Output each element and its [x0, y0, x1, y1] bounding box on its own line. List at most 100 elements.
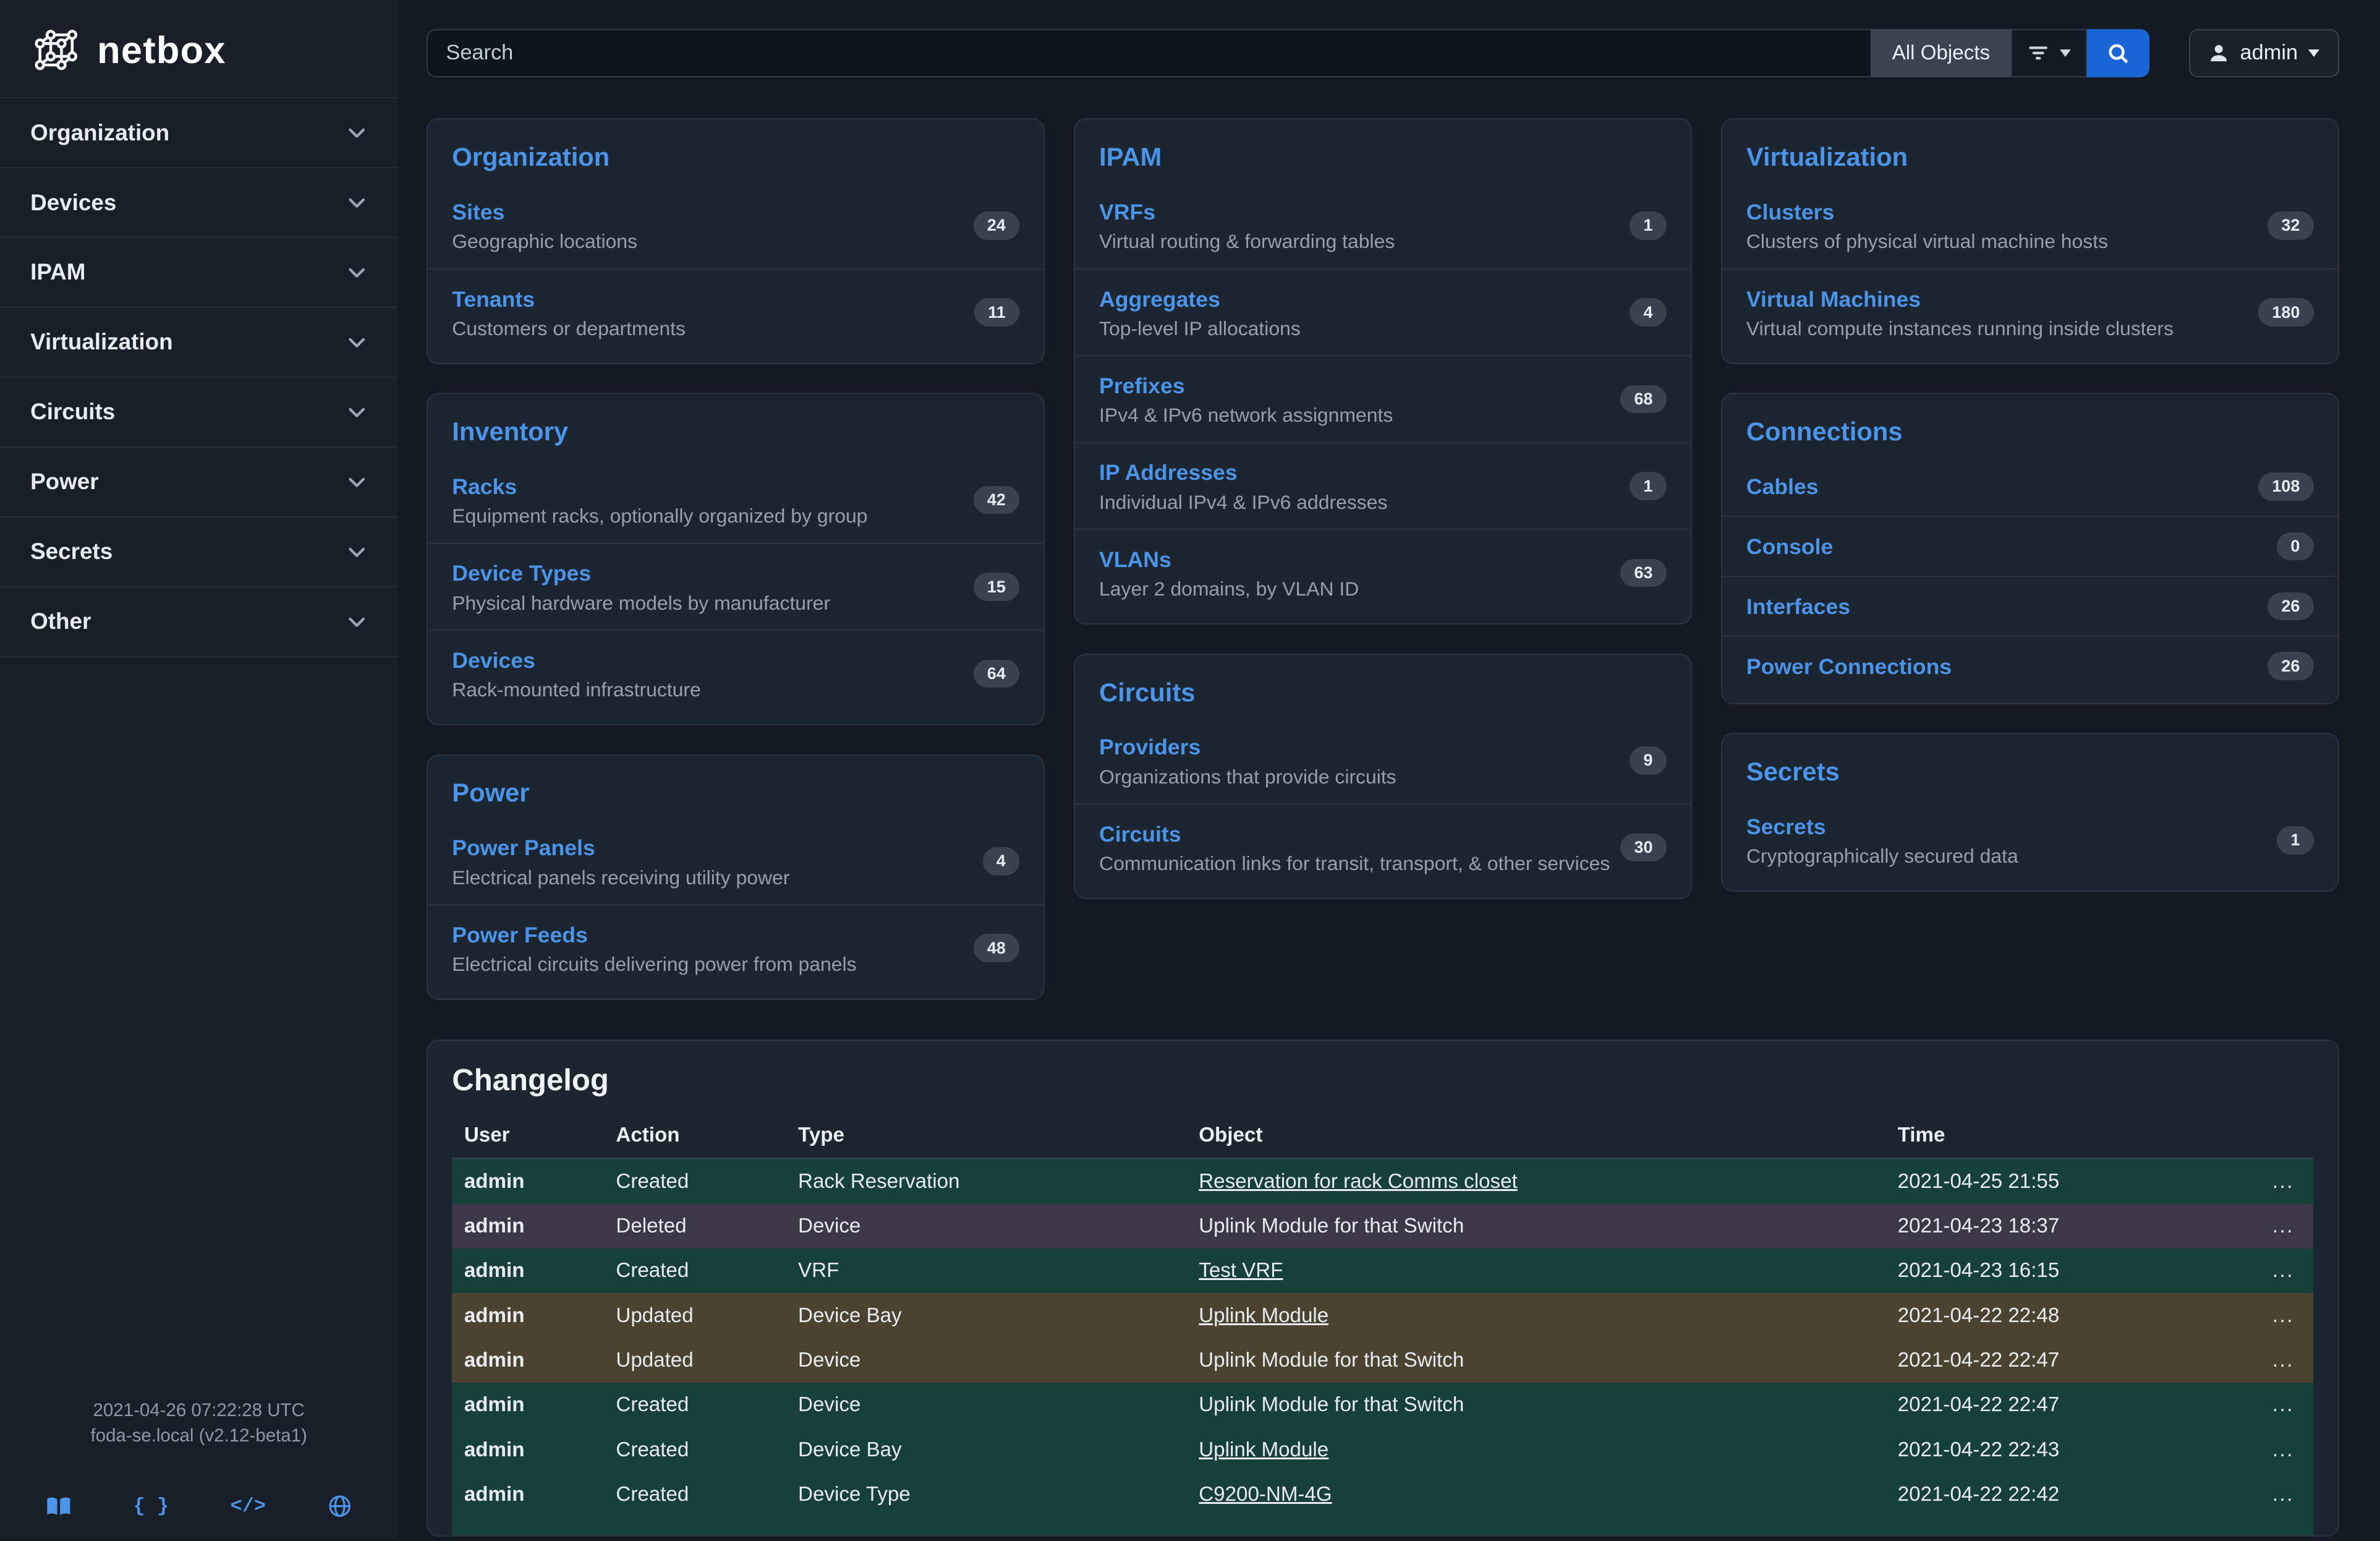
- dashboard-link-power-panels[interactable]: Power Panels: [452, 835, 595, 860]
- cell-object: Uplink Module for that Switch: [1187, 1383, 1885, 1427]
- dashboard-link-sites[interactable]: Sites: [452, 200, 504, 224]
- count-badge: 26: [2267, 652, 2313, 680]
- card-list: Providers Organizations that provide cir…: [1075, 718, 1691, 898]
- item-text: VLANs Layer 2 domains, by VLAN ID: [1099, 545, 1359, 600]
- dashboard-link-vrfs[interactable]: VRFs: [1099, 200, 1155, 224]
- cell-action: Deleted: [604, 1204, 786, 1249]
- dashboard-link-power-feeds[interactable]: Power Feeds: [452, 923, 588, 947]
- dashboard-link-aggregates[interactable]: Aggregates: [1099, 287, 1220, 312]
- count-badge: 26: [2267, 592, 2313, 621]
- cell-type: Rack Reservation: [786, 1158, 1186, 1203]
- filter-dropdown-button[interactable]: [2011, 29, 2087, 78]
- dashboard-link-racks[interactable]: Racks: [452, 474, 517, 499]
- dashboard-link-clusters[interactable]: Clusters: [1746, 200, 1834, 224]
- sidebar-item-virtualization[interactable]: Virtualization: [0, 308, 397, 378]
- changelog-object-link[interactable]: Test VRF: [1199, 1259, 1283, 1282]
- caret-down-icon: [2060, 49, 2071, 57]
- count-badge: 1: [2277, 826, 2313, 855]
- row-more: ...: [2253, 1472, 2313, 1517]
- sidebar-item-label: Power: [30, 469, 99, 495]
- sidebar-item-power[interactable]: Power: [0, 448, 397, 518]
- code-icon[interactable]: </>: [231, 1495, 266, 1518]
- cell-time: 2021-04-22 22:47: [1885, 1383, 2253, 1427]
- cell-user: admin: [452, 1293, 604, 1338]
- count-badge: 48: [974, 934, 1019, 962]
- table-row: admin Created Device Bay Uplink Module 2…: [452, 1428, 2313, 1472]
- item-subtitle: Virtual compute instances running inside…: [1746, 317, 2174, 340]
- dashboard-link-devices[interactable]: Devices: [452, 648, 535, 673]
- dashboard-link-device-types[interactable]: Device Types: [452, 561, 591, 586]
- dashboard-link-console[interactable]: Console: [1746, 534, 1833, 559]
- sidebar-item-label: Other: [30, 608, 91, 634]
- globe-icon[interactable]: [328, 1494, 352, 1518]
- card-list: Secrets Cryptographically secured data 1: [1722, 798, 2338, 891]
- item-subtitle: Physical hardware models by manufacturer: [452, 592, 830, 615]
- card-list-item: VRFs Virtual routing & forwarding tables…: [1075, 183, 1691, 268]
- sidebar-item-organization[interactable]: Organization: [0, 98, 397, 168]
- cell-time: 2021-04-22 22:47: [1885, 1338, 2253, 1383]
- dashboard-link-tenants[interactable]: Tenants: [452, 287, 535, 312]
- user-menu-button[interactable]: admin: [2189, 29, 2339, 78]
- search-group: All Objects: [427, 29, 2149, 78]
- card-inventory: Inventory Racks Equipment racks, optiona…: [427, 393, 1045, 725]
- footer-timestamp: 2021-04-26 07:22:28 UTC: [0, 1398, 397, 1423]
- sidebar-item-devices[interactable]: Devices: [0, 168, 397, 238]
- cell-time: 2021-04-23 16:15: [1885, 1249, 2253, 1293]
- cell-time: 2021-04-22 22:48: [1885, 1293, 2253, 1338]
- changelog-object-link[interactable]: Uplink Module: [1199, 1438, 1328, 1461]
- dashboard-link-circuits[interactable]: Circuits: [1099, 822, 1181, 847]
- changelog-card: Changelog User Action Type Object Time a…: [427, 1039, 2339, 1537]
- cell-time: 2021-04-25 21:55: [1885, 1158, 2253, 1203]
- item-text: Prefixes IPv4 & IPv6 network assignments: [1099, 372, 1393, 427]
- changelog-object-link[interactable]: Reservation for rack Comms closet: [1199, 1170, 1517, 1193]
- braces-icon[interactable]: { }: [134, 1495, 169, 1518]
- table-row: admin Updated Device Bay Uplink Module 2…: [452, 1293, 2313, 1338]
- netbox-logo[interactable]: netbox: [0, 0, 397, 97]
- book-icon[interactable]: [46, 1496, 72, 1517]
- count-badge: 15: [974, 573, 1019, 601]
- item-subtitle: Communication links for transit, transpo…: [1099, 852, 1610, 875]
- item-subtitle: Top-level IP allocations: [1099, 317, 1301, 340]
- sidebar-item-ipam[interactable]: IPAM: [0, 238, 397, 308]
- dashboard-link-interfaces[interactable]: Interfaces: [1746, 594, 1850, 619]
- card-list-item: Cables 108: [1722, 457, 2338, 516]
- card-list-item: Devices Rack-mounted infrastructure 64: [428, 630, 1043, 716]
- dashboard-link-vlans[interactable]: VLANs: [1099, 547, 1171, 572]
- changelog-body: admin Created Rack Reservation Reservati…: [452, 1158, 2313, 1535]
- item-subtitle: Equipment racks, optionally organized by…: [452, 505, 867, 527]
- dashboard-link-cables[interactable]: Cables: [1746, 474, 1819, 499]
- changelog-table: User Action Type Object Time admin Creat…: [452, 1113, 2313, 1535]
- dashboard-link-power-connections[interactable]: Power Connections: [1746, 654, 1952, 679]
- card-list-item: Power Connections 26: [1722, 636, 2338, 696]
- search-input[interactable]: [427, 29, 1871, 78]
- dashboard-link-prefixes[interactable]: Prefixes: [1099, 374, 1185, 398]
- dashboard-link-secrets[interactable]: Secrets: [1746, 814, 1826, 839]
- sidebar-item-secrets[interactable]: Secrets: [0, 518, 397, 587]
- item-subtitle: Virtual routing & forwarding tables: [1099, 230, 1395, 253]
- footer-host: foda-se.local (v2.12-beta1): [0, 1423, 397, 1448]
- dashboard-link-providers[interactable]: Providers: [1099, 735, 1201, 759]
- table-header-row: User Action Type Object Time: [452, 1113, 2313, 1158]
- sidebar-item-other[interactable]: Other: [0, 587, 397, 657]
- sidebar-footer: 2021-04-26 07:22:28 UTC foda-se.local (v…: [0, 1398, 397, 1540]
- dashboard-link-ip-addresses[interactable]: IP Addresses: [1099, 460, 1238, 485]
- sidebar-item-circuits[interactable]: Circuits: [0, 378, 397, 448]
- card-list-item: Aggregates Top-level IP allocations 4: [1075, 268, 1691, 355]
- cell-type: Device Bay: [786, 1293, 1186, 1338]
- object-type-button[interactable]: All Objects: [1871, 29, 2011, 78]
- changelog-object-link[interactable]: C9200-NM-4G: [1199, 1483, 1332, 1506]
- search-button[interactable]: [2087, 29, 2149, 78]
- dashboard-link-virtual-machines[interactable]: Virtual Machines: [1746, 287, 1921, 312]
- item-text: Device Types Physical hardware models by…: [452, 559, 830, 614]
- card-list: Racks Equipment racks, optionally organi…: [428, 457, 1043, 724]
- changelog-object-link[interactable]: Uplink Module: [1199, 1304, 1328, 1327]
- card-title: Virtualization: [1722, 119, 2338, 182]
- cell-object: Uplink Module: [1187, 1428, 1885, 1472]
- row-more: ...: [2253, 1383, 2313, 1427]
- cell-object: Test VRF: [1187, 1249, 1885, 1293]
- cell-action: Updated: [604, 1338, 786, 1383]
- row-more: ...: [2253, 1428, 2313, 1472]
- card-title: Organization: [428, 119, 1043, 182]
- count-badge: 1: [1630, 472, 1666, 500]
- card-connections: Connections Cables 108 Console 0 Interfa…: [1721, 393, 2339, 704]
